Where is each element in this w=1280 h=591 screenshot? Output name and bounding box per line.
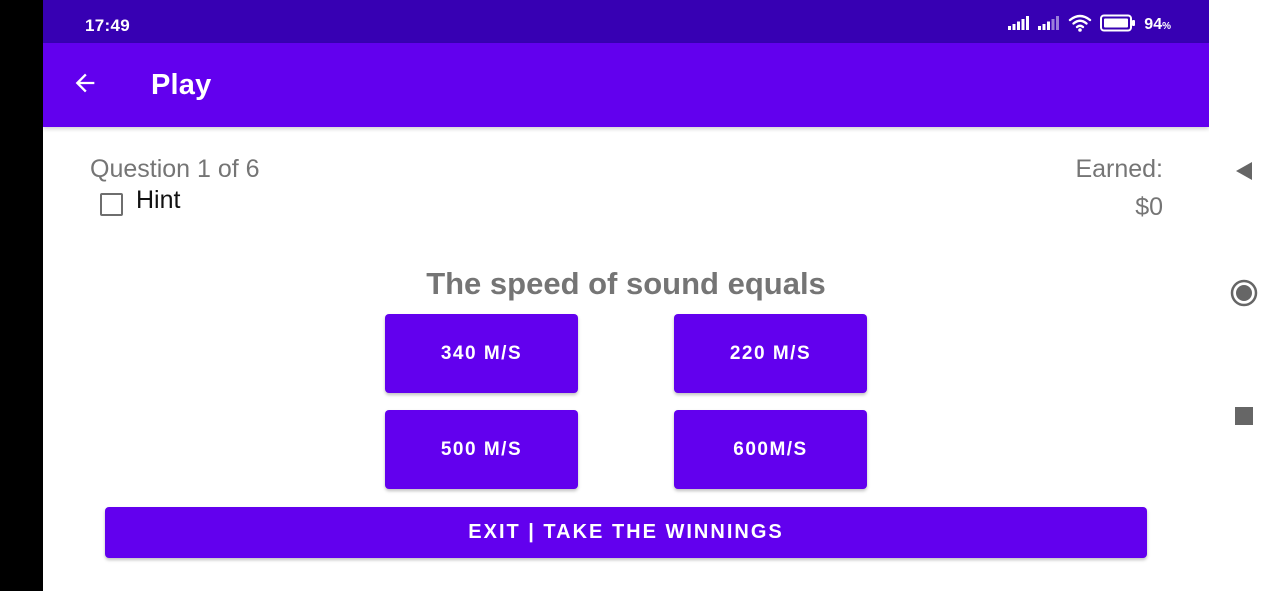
- wifi-icon: [1068, 14, 1092, 37]
- recents-square-icon: [1234, 406, 1254, 431]
- earned-label: Earned:: [1075, 155, 1163, 183]
- answer-button-2[interactable]: 220 M/S: [674, 314, 867, 393]
- exit-take-winnings-button[interactable]: EXIT | TAKE THE WINNINGS: [105, 507, 1147, 558]
- device-frame: 17:49 94% Play Question 1 of 6 Hint Earn…: [0, 0, 1280, 591]
- arrow-left-icon: [71, 69, 99, 102]
- signal-icon: [1038, 15, 1060, 35]
- question-counter: Question 1 of 6: [90, 155, 260, 183]
- nav-back-button[interactable]: [1229, 158, 1259, 188]
- nav-recents-button[interactable]: [1229, 403, 1259, 433]
- status-time: 17:49: [85, 16, 130, 35]
- answer-button-3[interactable]: 500 M/S: [385, 410, 578, 489]
- battery-percent: 94%: [1144, 16, 1171, 33]
- question-text: The speed of sound equals: [426, 266, 826, 301]
- app-screen: 17:49 94% Play Question 1 of 6 Hint Earn…: [43, 0, 1209, 591]
- app-bar: Play: [43, 43, 1209, 127]
- page-title: Play: [151, 69, 212, 101]
- nav-home-button[interactable]: [1229, 279, 1259, 312]
- status-bar: 17:49 94%: [43, 0, 1209, 43]
- back-button[interactable]: [65, 65, 105, 105]
- status-icons: 94%: [1008, 14, 1171, 36]
- answer-button-1[interactable]: 340 M/S: [385, 314, 578, 393]
- home-circle-icon: [1230, 279, 1258, 312]
- hint-toggle[interactable]: Hint: [100, 186, 180, 216]
- hint-label[interactable]: Hint: [136, 186, 180, 215]
- battery-icon: [1100, 14, 1136, 37]
- answer-button-4[interactable]: 600M/S: [674, 410, 867, 489]
- hint-checkbox[interactable]: [100, 193, 123, 216]
- system-nav-bar: [1209, 0, 1280, 591]
- back-triangle-icon: [1234, 160, 1254, 187]
- earned-value: $0: [1135, 193, 1163, 221]
- signal-icon: [1008, 15, 1030, 35]
